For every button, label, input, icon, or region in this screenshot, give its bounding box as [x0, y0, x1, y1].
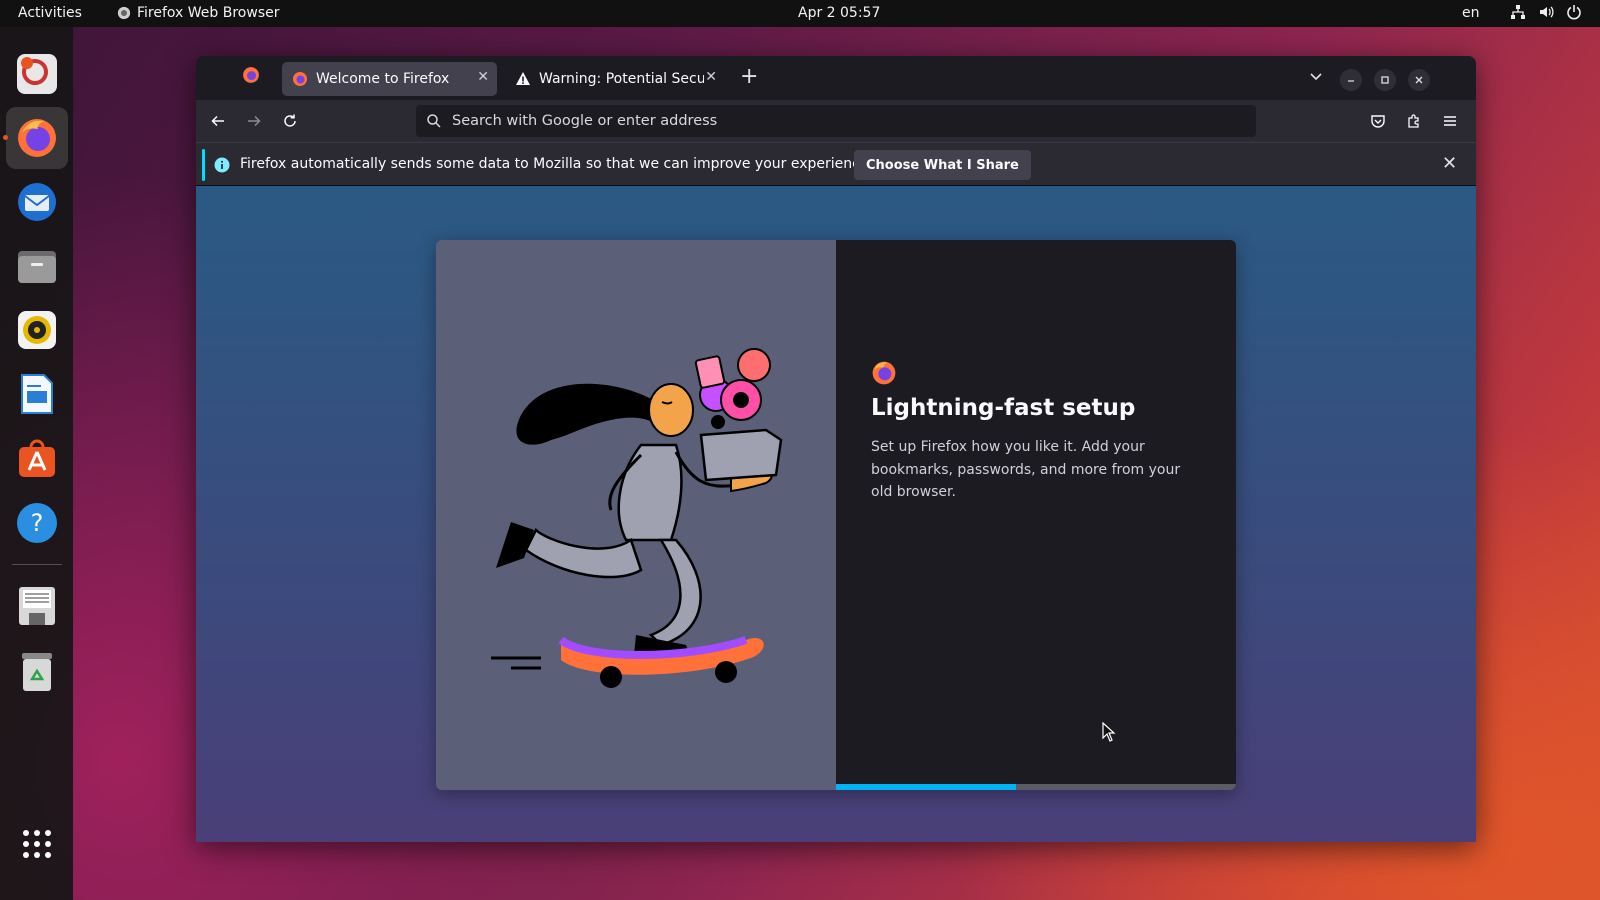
- app-center-icon: [19, 439, 55, 477]
- firefox-view-button[interactable]: [242, 66, 260, 88]
- warning-icon: [516, 72, 530, 85]
- clock[interactable]: Apr 2 05:57: [798, 5, 880, 21]
- onboarding-title: Lightning-fast setup: [871, 395, 1136, 421]
- maximize-button[interactable]: [1374, 69, 1396, 91]
- pocket-icon: [1371, 115, 1385, 128]
- rhythmbox-icon: [18, 311, 56, 349]
- tab-bar: Welcome to Firefox ✕ Warning: Potential …: [196, 56, 1476, 100]
- firefox-icon: [117, 6, 131, 20]
- app-menu-label: Firefox Web Browser: [137, 5, 280, 21]
- dock-app-center[interactable]: [6, 427, 68, 489]
- firefox-logo-icon: [872, 361, 896, 385]
- page-content: Lightning-fast setup Set up Firefox how …: [196, 186, 1476, 842]
- puzzle-piece-icon: [1408, 114, 1419, 128]
- power-icon: [1567, 5, 1581, 20]
- new-tab-button[interactable]: +: [740, 64, 758, 89]
- notification-accent: [202, 149, 205, 181]
- app-menu[interactable]: Firefox Web Browser: [117, 5, 280, 21]
- reload-button[interactable]: [280, 111, 300, 131]
- tab-warning[interactable]: Warning: Potential Security Risk Ahead ✕: [505, 62, 725, 96]
- dock: ?: [0, 27, 73, 900]
- dock-help-viewer[interactable]: [6, 43, 68, 105]
- search-icon: [427, 114, 441, 128]
- tab-title: Welcome to Firefox: [316, 71, 450, 87]
- back-button[interactable]: [208, 111, 228, 131]
- dock-separator: [12, 564, 62, 565]
- minimize-icon: [1348, 80, 1354, 82]
- dock-files[interactable]: [6, 235, 68, 297]
- reload-icon: [284, 114, 296, 127]
- arrow-left-icon: [211, 115, 224, 127]
- app-grid-icon: [23, 830, 51, 858]
- volume-icon: [1540, 6, 1554, 18]
- notification-bar: Firefox automatically sends some data to…: [196, 142, 1476, 186]
- tab-welcome[interactable]: Welcome to Firefox ✕: [282, 62, 497, 96]
- dock-firefox[interactable]: [3, 107, 68, 169]
- show-apps-button[interactable]: [6, 813, 68, 875]
- svg-text:?: ?: [31, 509, 44, 537]
- lifebuoy-app-icon: [17, 54, 57, 94]
- onboarding-progress-track: [836, 784, 1236, 790]
- help-icon: ?: [17, 503, 57, 543]
- activities-button[interactable]: Activities: [18, 5, 82, 21]
- dock-rhythmbox[interactable]: [6, 299, 68, 361]
- language-indicator[interactable]: en: [1462, 5, 1480, 21]
- firefox-icon: [18, 119, 56, 157]
- tab-title: Warning: Potential Security Risk Ahead: [539, 71, 704, 87]
- notification-text: Firefox automatically sends some data to…: [240, 156, 873, 172]
- trash-icon: [22, 653, 52, 691]
- close-tab-icon[interactable]: ✕: [477, 69, 489, 85]
- dock-help[interactable]: ?: [6, 492, 68, 554]
- chevron-down-icon: [1310, 73, 1322, 81]
- onboarding-progress-fill: [836, 784, 1016, 790]
- list-all-tabs-button[interactable]: [1308, 68, 1324, 88]
- extensions-button[interactable]: [1404, 111, 1424, 131]
- firefox-window: Welcome to Firefox ✕ Warning: Potential …: [196, 56, 1476, 842]
- firefox-icon: [243, 67, 259, 83]
- address-bar-placeholder: Search with Google or enter address: [452, 113, 718, 129]
- system-tray[interactable]: [1510, 4, 1582, 20]
- onboarding-card: Lightning-fast setup Set up Firefox how …: [436, 240, 1236, 790]
- close-icon: [1415, 76, 1423, 84]
- dock-libreoffice-writer[interactable]: [6, 363, 68, 425]
- floppy-disk-icon: [19, 587, 55, 625]
- dock-floppy-disk[interactable]: [6, 575, 68, 637]
- minimize-button[interactable]: [1340, 69, 1362, 91]
- mouse-pointer-icon: [1102, 722, 1116, 742]
- arrow-right-icon: [248, 115, 261, 127]
- skateboarder-illustration: [436, 240, 836, 790]
- running-indicator: [3, 135, 8, 140]
- navigation-toolbar: Search with Google or enter address: [196, 100, 1476, 142]
- network-icon: [1511, 5, 1525, 19]
- illustration-graphic: [491, 348, 783, 688]
- maximize-icon: [1381, 76, 1389, 84]
- dock-trash[interactable]: [6, 641, 68, 703]
- address-bar[interactable]: Search with Google or enter address: [416, 105, 1256, 137]
- onboarding-description: Set up Firefox how you like it. Add your…: [871, 439, 1181, 500]
- close-window-button[interactable]: [1408, 69, 1430, 91]
- choose-what-i-share-button[interactable]: Choose What I Share: [854, 150, 1031, 180]
- writer-icon: [21, 374, 53, 414]
- close-tab-icon[interactable]: ✕: [705, 69, 717, 85]
- pocket-button[interactable]: [1368, 111, 1388, 131]
- hamburger-menu-icon: [1444, 116, 1456, 126]
- files-icon: [18, 251, 56, 283]
- top-bar: Activities Firefox Web Browser Apr 2 05:…: [0, 0, 1600, 27]
- onboarding-panel: Lightning-fast setup Set up Firefox how …: [836, 240, 1236, 790]
- thunderbird-icon: [18, 183, 56, 221]
- forward-button[interactable]: [244, 111, 264, 131]
- firefox-icon: [293, 72, 307, 86]
- close-notification-icon[interactable]: ✕: [1442, 153, 1457, 174]
- dock-thunderbird[interactable]: [6, 171, 68, 233]
- info-icon: [214, 157, 230, 173]
- app-menu-button[interactable]: [1440, 111, 1460, 131]
